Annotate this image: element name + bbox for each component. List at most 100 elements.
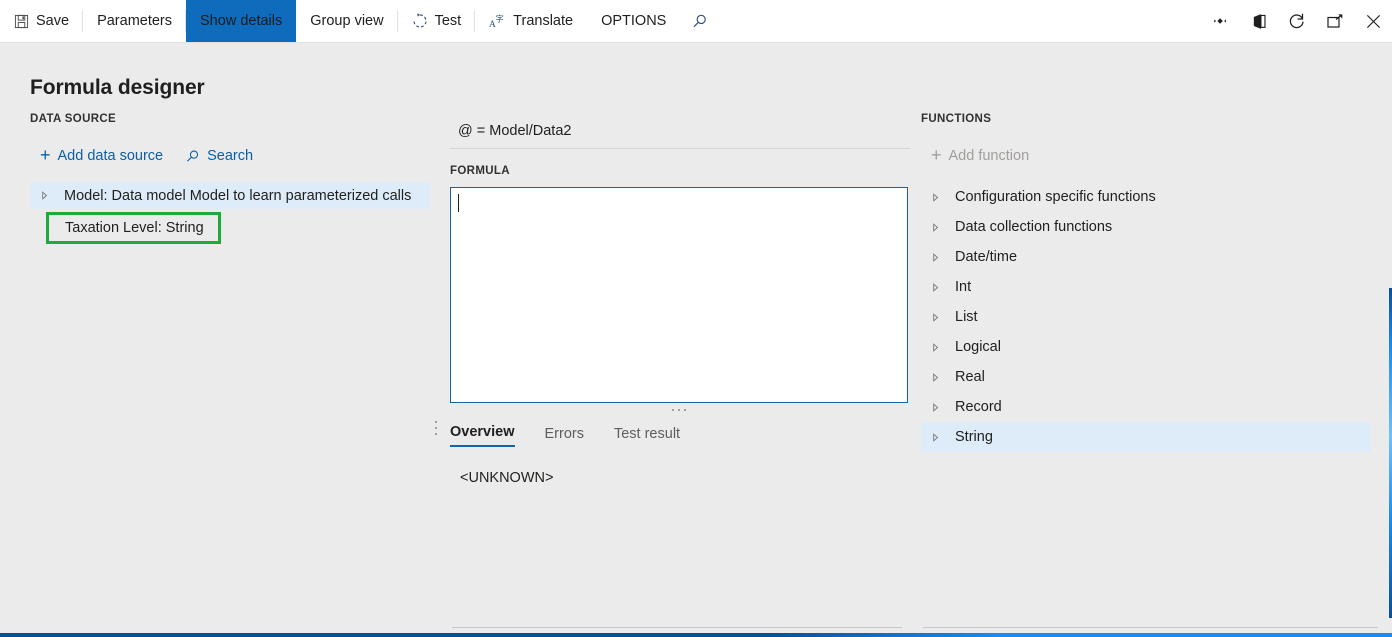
toolbar-group-view-button[interactable]: Group view [296,0,398,42]
data-source-search-button[interactable]: Search [185,148,253,164]
translate-icon: A 字 [489,13,506,30]
page-title: Formula designer [30,76,205,99]
formula-panel: @ = Model/Data2 FORMULA Overview Errors … [450,113,910,486]
plus-icon: + [40,145,51,165]
office-app-button[interactable] [1240,0,1278,43]
function-category-label: Configuration specific functions [955,189,1156,205]
functions-caption: FUNCTIONS [921,113,992,125]
data-source-search-label: Search [207,148,254,164]
tab-errors[interactable]: Errors [545,426,584,447]
tab-label: Test result [613,426,681,442]
chevron-right-icon[interactable] [931,342,955,352]
add-data-source-button[interactable]: + Add data source [40,145,163,165]
function-category-logical[interactable]: Logical [921,332,1371,362]
formula-binding-text: @ = Model/Data2 [458,122,572,139]
panel-resize-grip-vertical[interactable] [433,421,439,435]
formula-resize-grip-horizontal[interactable] [450,403,908,417]
data-source-tree: Model: Data model Model to learn paramet… [30,182,430,244]
data-source-panel: DATA SOURCE + Add data source Search Mod… [30,113,430,244]
tab-label: Errors [544,426,584,442]
function-category-label: Data collection functions [955,219,1113,235]
data-source-caption: DATA SOURCE [30,113,117,125]
search-icon [185,149,200,164]
toolbar-save-button[interactable]: Save [0,0,84,42]
office-app-icon [1252,13,1267,30]
toolbar-options-button[interactable]: OPTIONS [587,0,680,42]
grip-dot [435,433,437,435]
functions-panel: FUNCTIONS + Add function Configuration s… [921,113,1371,452]
chevron-right-icon[interactable] [931,312,955,322]
formula-caption: FORMULA [450,165,510,177]
function-category-configuration-specific-functions[interactable]: Configuration specific functions [921,182,1371,212]
toolbar-item-label: Show details [200,13,283,29]
diamond-settings-button[interactable] [1202,0,1240,43]
toolbar-search-button[interactable] [680,0,718,43]
highlighted-tree-node[interactable]: Taxation Level: String [46,212,221,244]
toolbar-test-button[interactable]: Test [398,0,476,42]
chevron-right-icon[interactable] [931,192,955,202]
popout-button[interactable] [1316,0,1354,43]
tree-row-label: Model: Data model Model to learn paramet… [64,187,412,204]
close-icon [1365,13,1382,30]
function-category-data-collection-functions[interactable]: Data collection functions [921,212,1371,242]
toolbar-item-label: Parameters [97,13,173,29]
overview-content: <UNKNOWN> [460,470,554,486]
popout-icon [1326,13,1344,29]
page-body: Formula designer DATA SOURCE + Add data … [0,43,1392,637]
toolbar-item-label: OPTIONS [601,13,667,29]
search-icon [691,13,708,30]
refresh-icon [1288,12,1306,30]
chevron-right-icon[interactable] [931,222,955,232]
highlighted-tree-node-label: Taxation Level: String [65,220,204,236]
function-category-real[interactable]: Real [921,362,1371,392]
close-button[interactable] [1354,0,1392,43]
function-category-record[interactable]: Record [921,392,1371,422]
chevron-right-icon[interactable] [931,402,955,412]
tab-overview[interactable]: Overview [450,424,515,447]
tree-row[interactable]: Model: Data model Model to learn paramet… [30,182,430,209]
functions-list: Configuration specific functions Data co… [921,182,1371,452]
tab-test-result[interactable]: Test result [614,426,680,447]
grip-dot [672,409,674,411]
toolbar-item-label: Test [434,13,462,29]
function-category-date-time[interactable]: Date/time [921,242,1371,272]
grip-dot [435,421,437,423]
toolbar-item-label: Group view [310,13,384,29]
bottom-edge-accent [0,633,1392,637]
function-category-string[interactable]: String [921,422,1371,452]
chevron-right-icon[interactable] [931,252,955,262]
functions-actions: + Add function [921,145,1371,165]
bottom-divider-right [923,627,1378,628]
function-category-int[interactable]: Int [921,272,1371,302]
formula-tabs: Overview Errors Test result [450,419,910,447]
chevron-right-icon[interactable] [40,191,64,200]
toolbar-right-group [1202,0,1392,42]
top-toolbar: Save Parameters Show details Group view … [0,0,1392,43]
bottom-divider-left [452,627,902,628]
refresh-button[interactable] [1278,0,1316,43]
function-category-label: List [955,309,978,325]
add-function-button[interactable]: + Add function [931,145,1371,165]
toolbar-translate-button[interactable]: A 字 Translate [475,0,587,42]
function-category-label: Int [955,279,972,295]
toolbar-show-details-button[interactable]: Show details [186,0,297,42]
toolbar-item-label: Save [36,13,70,29]
data-source-actions: + Add data source Search [30,145,430,165]
chevron-right-icon[interactable] [931,372,955,382]
formula-input[interactable] [450,187,908,403]
chevron-right-icon[interactable] [931,432,955,442]
function-category-label: Real [955,369,985,385]
formula-binding-row: @ = Model/Data2 [450,113,910,149]
toolbar-parameters-button[interactable]: Parameters [83,0,186,42]
add-function-label: Add function [948,148,1030,164]
plus-icon: + [931,145,942,165]
svg-text:字: 字 [496,13,504,23]
grip-dot [684,409,686,411]
tab-label: Overview [450,424,515,440]
grip-dot [678,409,680,411]
function-category-list[interactable]: List [921,302,1371,332]
function-category-label: Record [955,399,1002,415]
function-category-label: Date/time [955,249,1018,265]
chevron-right-icon[interactable] [931,282,955,292]
